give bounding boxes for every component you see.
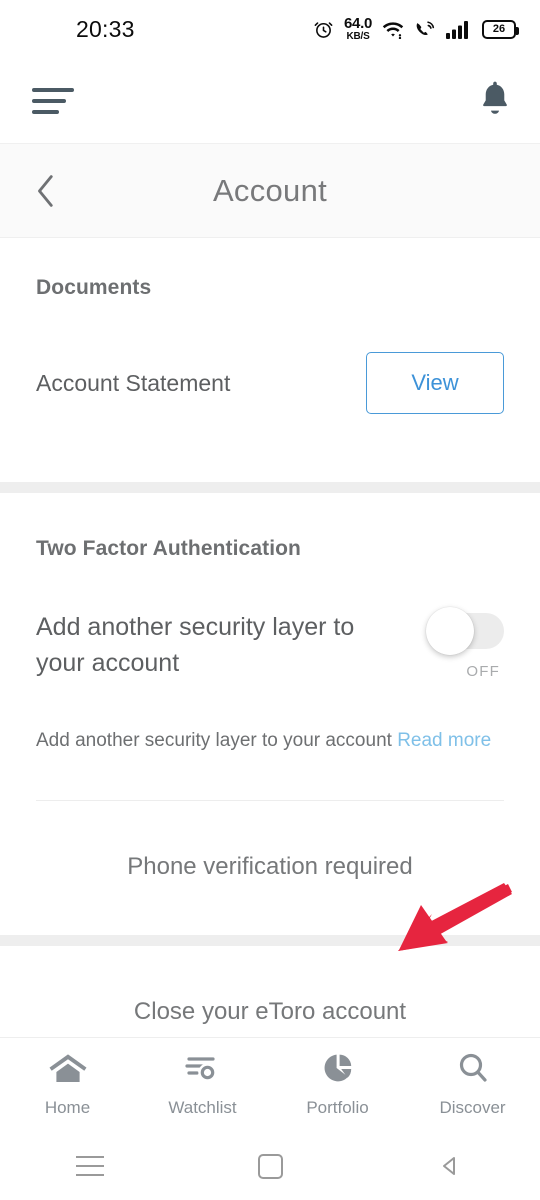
recents-line-3 xyxy=(76,1174,104,1176)
tab-home[interactable]: Home xyxy=(0,1052,135,1118)
phone-verification-row[interactable]: Phone verification required xyxy=(36,801,504,935)
hamburger-menu-icon[interactable] xyxy=(30,82,76,120)
hamburger-line-1 xyxy=(32,87,74,92)
view-button[interactable]: View xyxy=(366,352,504,414)
bottom-tab-bar: Home Watchlist Portfolio Discover xyxy=(0,1037,540,1132)
back-button[interactable] xyxy=(26,171,66,211)
two-factor-toggle[interactable] xyxy=(426,607,504,655)
recents-icon[interactable] xyxy=(0,1156,180,1176)
section-divider-band-2 xyxy=(0,934,540,946)
network-speed-value: 64.0 xyxy=(344,15,372,32)
back-triangle-icon[interactable] xyxy=(360,1154,540,1178)
status-bar: 20:33 64.0 KB/S 26 xyxy=(0,0,540,58)
tab-discover[interactable]: Discover xyxy=(405,1052,540,1118)
hamburger-line-3 xyxy=(32,109,59,114)
home-icon xyxy=(48,1052,88,1089)
alarm-clock-icon xyxy=(313,19,334,40)
tab-discover-label: Discover xyxy=(439,1098,506,1117)
battery-icon: 26 xyxy=(482,19,519,39)
tab-portfolio-label: Portfolio xyxy=(306,1098,369,1117)
app-bar xyxy=(0,58,540,143)
tab-portfolio[interactable]: Portfolio xyxy=(270,1052,405,1118)
home-square xyxy=(257,1153,283,1179)
android-nav-bar xyxy=(0,1132,540,1200)
status-icon-group: 64.0 KB/S 26 xyxy=(313,16,519,42)
tab-watchlist[interactable]: Watchlist xyxy=(135,1052,270,1118)
bell-icon[interactable] xyxy=(478,80,512,121)
cellular-signal-icon xyxy=(446,20,472,39)
documents-section: Documents Account Statement View xyxy=(0,238,540,482)
recents-line-1 xyxy=(76,1156,104,1158)
home-square-icon[interactable] xyxy=(180,1153,360,1179)
two-factor-description: Add another security layer to your accou… xyxy=(36,613,355,678)
recents-line-2 xyxy=(76,1165,104,1167)
tab-home-label: Home xyxy=(44,1098,91,1117)
status-time: 20:33 xyxy=(76,15,135,42)
two-factor-section: Two Factor Authentication Add another se… xyxy=(0,493,540,935)
page-title-bar: Account xyxy=(0,143,540,238)
phone-screen: 20:33 64.0 KB/S 26 Account Documents Acc… xyxy=(0,0,540,1200)
account-statement-row: Account Statement View xyxy=(36,352,504,414)
tab-watchlist-label: Watchlist xyxy=(168,1098,237,1117)
close-account-link[interactable]: Close your eToro account xyxy=(134,998,406,1025)
read-more-link[interactable]: Read more xyxy=(397,730,491,751)
section-divider-band-1 xyxy=(0,482,540,493)
two-factor-toggle-row: Add another security layer to your accou… xyxy=(36,607,504,682)
recents-lines xyxy=(76,1156,104,1176)
documents-spacer xyxy=(36,414,504,482)
toggle-state-label: OFF xyxy=(466,663,500,680)
watchlist-eye-icon xyxy=(183,1052,223,1089)
network-speed-unit: KB/S xyxy=(346,31,370,42)
network-speed-indicator: 64.0 KB/S xyxy=(344,16,372,42)
hamburger-line-2 xyxy=(32,98,66,103)
search-icon xyxy=(453,1052,493,1089)
account-statement-label: Account Statement xyxy=(36,369,231,396)
two-factor-toggle-wrap: OFF xyxy=(426,607,504,680)
page-title: Account xyxy=(212,172,328,208)
two-factor-helper-text: Add another security layer to your accou… xyxy=(36,730,504,752)
toggle-knob xyxy=(426,607,474,655)
documents-section-title: Documents xyxy=(36,276,152,299)
wifi-icon xyxy=(382,20,404,39)
helper-text: Add another security layer to your accou… xyxy=(36,729,392,751)
wifi-calling-icon xyxy=(414,20,436,39)
pie-chart-icon xyxy=(318,1052,358,1089)
battery-percent: 26 xyxy=(492,23,506,35)
two-factor-section-title: Two Factor Authentication xyxy=(36,537,301,560)
